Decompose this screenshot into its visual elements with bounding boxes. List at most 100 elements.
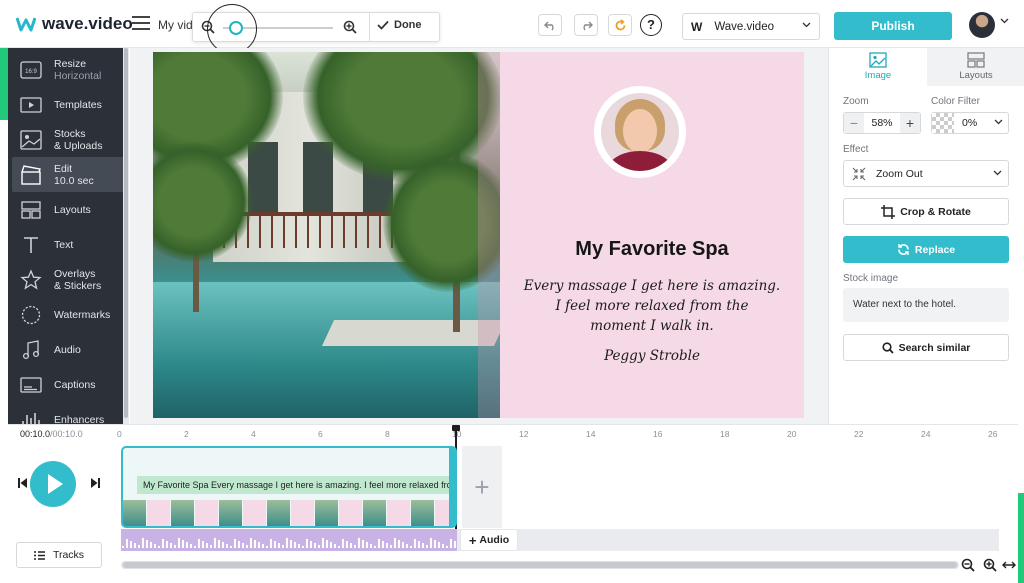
tab-layouts[interactable]: Layouts: [927, 48, 1024, 86]
publish-button[interactable]: Publish: [834, 12, 952, 40]
zoom-in-icon[interactable]: [983, 558, 997, 572]
spa-photo[interactable]: [153, 52, 500, 418]
chevron-down-icon[interactable]: [1000, 18, 1009, 24]
color-filter-select[interactable]: 0%: [931, 112, 1009, 134]
sidebar-item-captions[interactable]: Captions: [8, 367, 129, 402]
sidebar-item-label: Watermarks: [54, 308, 111, 321]
waveform-bar: [326, 540, 328, 548]
sidebar-item-label: Layouts: [54, 203, 91, 216]
user-avatar[interactable]: [969, 12, 995, 38]
sidebar-item-label: Resize: [54, 57, 87, 70]
add-scene-button[interactable]: +: [462, 446, 502, 528]
effect-select[interactable]: Zoom Out: [843, 160, 1009, 187]
redo-icon: [582, 21, 593, 30]
sidebar-item-overlays[interactable]: Overlays & Stickers: [8, 262, 129, 297]
skip-back-icon[interactable]: [18, 477, 28, 489]
audio-track[interactable]: [121, 529, 999, 551]
sidebar-item-templates[interactable]: Templates: [8, 87, 129, 122]
fit-width-icon[interactable]: [1002, 558, 1016, 572]
total-time: 00:10.0: [52, 429, 83, 439]
sidebar-item-label: Enhancers: [54, 413, 105, 425]
panel-tabs: Image Layouts: [829, 48, 1024, 86]
waveform-bar: [278, 543, 280, 548]
done-label: Done: [394, 19, 422, 31]
waveform-bar: [274, 541, 276, 548]
color-filter-value: 0%: [962, 117, 978, 129]
waveform-bar: [154, 544, 156, 548]
refresh-button[interactable]: [608, 14, 632, 36]
sidebar-item-resize[interactable]: 16:9 Resize Horizontal: [8, 52, 129, 87]
brand-select[interactable]: W Wave.video: [682, 13, 820, 40]
waveform-bar: [174, 545, 176, 548]
time-ruler[interactable]: 02468101214161820222426: [117, 425, 1000, 443]
crop-rotate-button[interactable]: Crop & Rotate: [843, 198, 1009, 225]
sidebar-item-audio[interactable]: Audio: [8, 332, 129, 367]
sidebar-item-text[interactable]: Text: [8, 227, 129, 262]
scene-clip[interactable]: My Favorite Spa Every massage I get here…: [121, 446, 457, 528]
zoom-decrease-button[interactable]: −: [844, 113, 864, 133]
add-audio-button[interactable]: + Audio: [460, 529, 518, 551]
zoom-in-icon[interactable]: [343, 20, 357, 34]
slide-author[interactable]: Peggy Stroble: [500, 348, 804, 364]
clip-caption-track[interactable]: My Favorite Spa Every massage I get here…: [137, 476, 455, 494]
resize-icon: 16:9: [20, 60, 42, 79]
tracks-button[interactable]: Tracks: [16, 542, 102, 568]
ruler-tick: 8: [385, 429, 390, 439]
waveform-bar: [234, 539, 236, 548]
waveform-bar: [314, 543, 316, 548]
time-readout: 00:10.0/00:10.0: [20, 429, 83, 439]
sidebar-scrollbar[interactable]: [123, 48, 129, 424]
ruler-tick: 2: [184, 429, 189, 439]
search-similar-button[interactable]: Search similar: [843, 334, 1009, 361]
sidebar-item-enhancers[interactable]: Enhancers: [8, 402, 129, 424]
clip-trim-handle[interactable]: [449, 448, 455, 526]
waveform-bar: [146, 540, 148, 548]
ruler-tick: 18: [720, 429, 730, 439]
zoom-label: Zoom: [843, 96, 869, 107]
list-icon: [33, 550, 45, 560]
sidebar-item-stocks[interactable]: Stocks & Uploads: [8, 122, 129, 157]
sidebar-item-edit[interactable]: Edit 10.0 sec: [12, 157, 125, 192]
stocks-icon: [20, 129, 42, 150]
waveform-bar: [350, 543, 352, 548]
waveform-bar: [422, 543, 424, 548]
skip-forward-icon[interactable]: [90, 477, 100, 489]
audio-waveform[interactable]: [121, 529, 457, 551]
zoom-value[interactable]: 58%: [864, 113, 900, 133]
undo-button[interactable]: [538, 14, 562, 36]
undo-icon: [543, 21, 554, 30]
sidebar-item-label: Captions: [54, 378, 96, 391]
zoom-stepper[interactable]: − 58% +: [843, 112, 921, 134]
ruler-tick: 16: [653, 429, 663, 439]
waveform-bar: [398, 540, 400, 548]
done-button[interactable]: Done: [377, 19, 422, 31]
menu-icon[interactable]: [132, 16, 150, 30]
replace-button[interactable]: Replace: [843, 236, 1009, 263]
redo-button[interactable]: [574, 14, 598, 36]
watermark-icon: [21, 305, 41, 324]
testimonial-portrait[interactable]: [594, 86, 686, 178]
ruler-tick: 14: [586, 429, 596, 439]
sidebar-item-watermarks[interactable]: Watermarks: [8, 297, 129, 332]
waveform-bar: [354, 545, 356, 548]
zoom-increase-button[interactable]: +: [900, 113, 920, 133]
left-sidebar: 16:9 Resize Horizontal Templates Stocks & …: [8, 48, 129, 424]
video-slide[interactable]: My Favorite Spa Every massage I get here…: [153, 52, 804, 418]
waveform-bar: [134, 543, 136, 548]
waveform-bar: [286, 538, 288, 548]
timeline-scrollbar[interactable]: [121, 561, 959, 569]
waveform-bar: [206, 543, 208, 548]
sidebar-item-layouts[interactable]: Layouts: [8, 192, 129, 227]
slide-quote[interactable]: Every massage I get here is amazing. I f…: [500, 276, 804, 336]
waveform-bar: [242, 543, 244, 548]
help-button[interactable]: ?: [640, 14, 662, 36]
app-logo[interactable]: wave.video: [16, 14, 133, 34]
zoom-out-icon[interactable]: [961, 558, 975, 572]
waveform-bar: [402, 542, 404, 548]
waveform-bar: [362, 540, 364, 548]
slide-title[interactable]: My Favorite Spa: [500, 238, 804, 261]
stock-image-label: Stock image: [843, 273, 899, 284]
tab-image[interactable]: Image: [829, 48, 927, 86]
play-button[interactable]: [30, 461, 76, 507]
wave-logo-icon: [16, 17, 36, 32]
